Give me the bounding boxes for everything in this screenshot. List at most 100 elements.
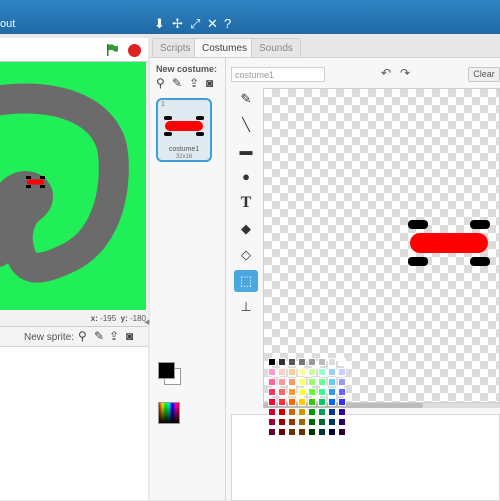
palette-swatch[interactable]	[278, 388, 286, 396]
palette-swatch[interactable]	[338, 388, 346, 396]
stop-icon[interactable]	[128, 44, 141, 57]
camera-costume-icon[interactable]: ◙	[206, 76, 213, 90]
fill-tool-icon[interactable]: ◆	[234, 218, 258, 240]
paint-costume-icon[interactable]: ✎	[172, 76, 182, 90]
palette-swatch[interactable]	[328, 358, 336, 366]
clear-button[interactable]: Clear	[468, 67, 500, 82]
palette-swatch[interactable]	[288, 428, 296, 436]
palette-swatch[interactable]	[328, 418, 336, 426]
palette-swatch[interactable]	[278, 358, 286, 366]
shrink-icon[interactable]: ✕	[207, 17, 218, 30]
palette-swatch[interactable]	[298, 388, 306, 396]
text-tool-icon[interactable]: T	[234, 192, 258, 214]
green-flag-icon[interactable]	[106, 44, 118, 56]
palette-swatch[interactable]	[318, 418, 326, 426]
palette-swatch[interactable]	[338, 378, 346, 386]
palette-swatch[interactable]	[298, 408, 306, 416]
palette-swatch[interactable]	[338, 428, 346, 436]
palette-swatch[interactable]	[268, 398, 276, 406]
palette-swatch[interactable]	[298, 368, 306, 376]
palette-swatch[interactable]	[278, 428, 286, 436]
primary-color-swatch[interactable]	[158, 362, 175, 379]
palette-swatch[interactable]	[288, 418, 296, 426]
ellipse-tool-icon[interactable]: ●	[234, 166, 258, 188]
palette-swatch[interactable]	[268, 428, 276, 436]
palette-swatch[interactable]	[278, 398, 286, 406]
eraser-tool-icon[interactable]: ◇	[234, 244, 258, 266]
paint-sprite-icon[interactable]: ✎	[94, 330, 104, 343]
duplicate-icon[interactable]: ⬇	[154, 17, 165, 30]
about-menu[interactable]: out	[0, 18, 15, 30]
tab-sounds[interactable]: Sounds	[251, 38, 301, 58]
select-tool-icon[interactable]: ⬚	[234, 270, 258, 292]
palette-swatch[interactable]	[288, 378, 296, 386]
palette-swatch[interactable]	[308, 388, 316, 396]
palette-swatch[interactable]	[268, 388, 276, 396]
sprite-library-icon[interactable]: ⚲	[78, 330, 87, 343]
help-icon[interactable]: ?	[224, 17, 231, 30]
palette-swatch[interactable]	[328, 388, 336, 396]
palette-swatch[interactable]	[338, 358, 346, 366]
tab-costumes[interactable]: Costumes	[194, 38, 256, 58]
stamp-tool-icon[interactable]: ⊥	[234, 296, 258, 318]
palette-swatch[interactable]	[308, 398, 316, 406]
color-picker[interactable]	[158, 402, 180, 424]
tab-scripts[interactable]: Scripts	[152, 38, 199, 58]
car-sprite[interactable]	[26, 176, 46, 188]
undo-icon[interactable]: ↶	[381, 66, 391, 80]
palette-swatch[interactable]	[328, 428, 336, 436]
rectangle-tool-icon[interactable]: ▬	[234, 140, 258, 162]
palette-swatch[interactable]	[318, 398, 326, 406]
paint-canvas[interactable]	[263, 88, 500, 403]
palette-swatch[interactable]	[308, 358, 316, 366]
palette-swatch[interactable]	[318, 358, 326, 366]
palette-swatch[interactable]	[328, 398, 336, 406]
palette-swatch[interactable]	[298, 428, 306, 436]
palette-swatch[interactable]	[278, 418, 286, 426]
palette-swatch[interactable]	[288, 358, 296, 366]
palette-swatch[interactable]	[338, 408, 346, 416]
costume-name-input[interactable]	[231, 67, 325, 82]
palette-swatch[interactable]	[318, 368, 326, 376]
camera-sprite-icon[interactable]: ◙	[126, 330, 133, 343]
grow-icon[interactable]: ⤢	[190, 17, 200, 30]
collapse-arrow-icon[interactable]: ◀	[144, 318, 149, 326]
palette-swatch[interactable]	[308, 428, 316, 436]
palette-swatch[interactable]	[278, 408, 286, 416]
palette-swatch[interactable]	[288, 408, 296, 416]
palette-swatch[interactable]	[328, 378, 336, 386]
palette-swatch[interactable]	[318, 388, 326, 396]
palette-swatch[interactable]	[268, 358, 276, 366]
palette-swatch[interactable]	[268, 408, 276, 416]
palette-swatch[interactable]	[298, 378, 306, 386]
palette-swatch[interactable]	[338, 398, 346, 406]
stage-canvas[interactable]	[0, 62, 146, 310]
palette-swatch[interactable]	[288, 398, 296, 406]
palette-swatch[interactable]	[338, 368, 346, 376]
redo-icon[interactable]: ↷	[400, 66, 410, 80]
palette-swatch[interactable]	[268, 378, 276, 386]
brush-tool-icon[interactable]: ✎	[234, 88, 258, 110]
palette-swatch[interactable]	[268, 418, 276, 426]
palette-swatch[interactable]	[308, 418, 316, 426]
palette-swatch[interactable]	[268, 368, 276, 376]
line-tool-icon[interactable]: ╲	[234, 114, 258, 136]
palette-swatch[interactable]	[338, 418, 346, 426]
palette-swatch[interactable]	[298, 358, 306, 366]
palette-swatch[interactable]	[308, 378, 316, 386]
palette-swatch[interactable]	[328, 408, 336, 416]
palette-swatch[interactable]	[318, 428, 326, 436]
palette-swatch[interactable]	[308, 368, 316, 376]
palette-swatch[interactable]	[308, 408, 316, 416]
costume-library-icon[interactable]: ⚲	[156, 76, 165, 90]
palette-swatch[interactable]	[278, 378, 286, 386]
palette-swatch[interactable]	[288, 388, 296, 396]
palette-swatch[interactable]	[318, 408, 326, 416]
palette-swatch[interactable]	[298, 398, 306, 406]
upload-costume-icon[interactable]: ⇪	[189, 76, 199, 90]
move-icon[interactable]: ✢	[172, 17, 183, 30]
palette-swatch[interactable]	[328, 368, 336, 376]
costume-item[interactable]: 1 costume1 32x16	[156, 98, 212, 162]
palette-swatch[interactable]	[288, 368, 296, 376]
upload-sprite-icon[interactable]: ⇪	[109, 330, 119, 343]
